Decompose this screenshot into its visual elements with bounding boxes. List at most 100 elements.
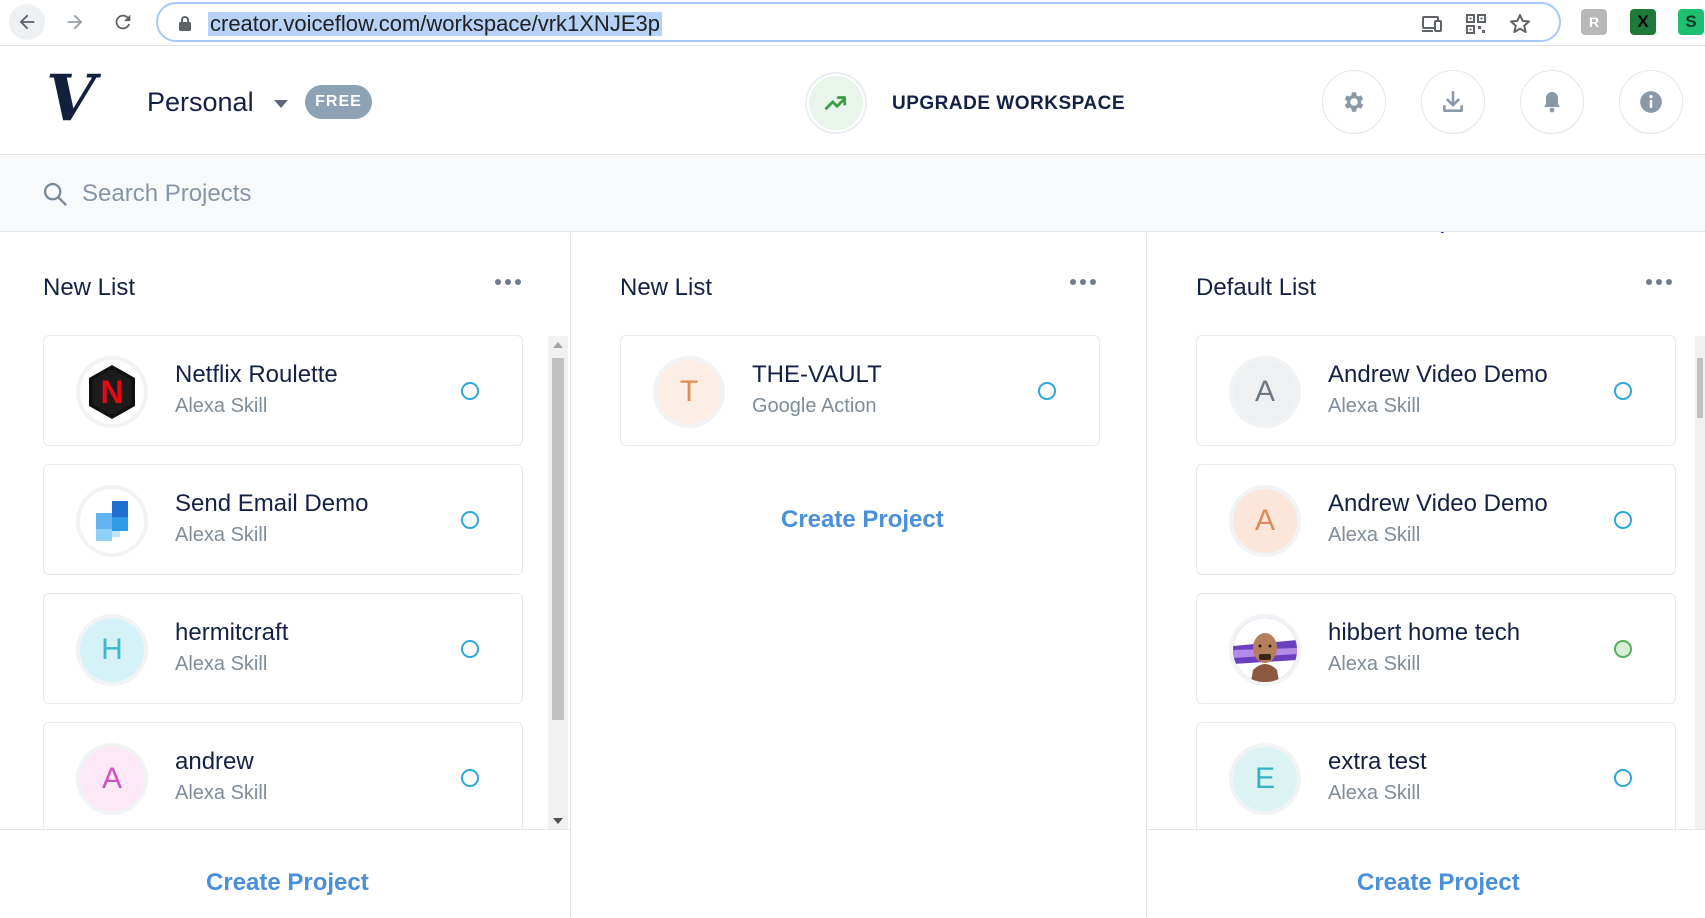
- bell-icon: [1544, 92, 1560, 113]
- create-project-link[interactable]: Create Project: [781, 505, 944, 535]
- project-type: Alexa Skill: [1328, 524, 1421, 546]
- scroll-down-arrow[interactable]: [553, 818, 563, 824]
- scroll-thumb[interactable]: [1697, 358, 1703, 418]
- upgrade-workspace-label[interactable]: UPGRADE WORKSPACE: [892, 92, 1125, 116]
- list-title[interactable]: New List: [43, 273, 135, 303]
- dot: [505, 279, 511, 285]
- extension-s-icon[interactable]: S: [1678, 9, 1704, 35]
- status-indicator: [461, 640, 479, 658]
- project-type: Alexa Skill: [1328, 782, 1421, 804]
- status-indicator: [1614, 511, 1632, 529]
- list-title[interactable]: Default List: [1196, 273, 1316, 303]
- project-type: Alexa Skill: [175, 653, 268, 675]
- extension-r-icon[interactable]: R: [1581, 9, 1607, 35]
- search-bar: [0, 156, 1705, 232]
- gear-icon: [1344, 92, 1364, 112]
- project-card[interactable]: N Netflix Roulette Alexa Skill: [43, 335, 523, 446]
- project-type: Alexa Skill: [1328, 653, 1421, 675]
- list-menu-button[interactable]: [1646, 279, 1672, 285]
- browser-toolbar: creator.voiceflow.com/workspace/vrk1XNJE…: [0, 0, 1705, 46]
- project-avatar: A: [1233, 489, 1297, 553]
- dot: [495, 279, 501, 285]
- project-avatar: E: [1233, 747, 1297, 811]
- dot: [1656, 279, 1662, 285]
- list-menu-button[interactable]: [1070, 279, 1096, 285]
- download-button[interactable]: [1421, 70, 1485, 134]
- dot: [1080, 279, 1086, 285]
- download-icon: [1443, 90, 1463, 112]
- project-name: hermitcraft: [175, 619, 289, 646]
- voiceflow-logo[interactable]: V: [46, 67, 96, 131]
- project-type: Alexa Skill: [175, 782, 268, 804]
- extension-x-icon[interactable]: X: [1630, 9, 1656, 35]
- project-card[interactable]: E extra test Alexa Skill: [1196, 722, 1676, 833]
- project-card[interactable]: H hermitcraft Alexa Skill: [43, 593, 523, 704]
- project-card[interactable]: A Andrew Video Demo Alexa Skill: [1196, 335, 1676, 446]
- dot: [1070, 279, 1076, 285]
- status-indicator: [1614, 382, 1632, 400]
- list-footer: Create Project: [0, 829, 570, 918]
- lock-icon: [179, 16, 191, 31]
- scroll-up-arrow[interactable]: [553, 342, 563, 348]
- netflix-logo-icon: N: [89, 365, 135, 419]
- project-avatar: [80, 489, 144, 553]
- email-pixel-logo-icon: [96, 501, 128, 541]
- list-menu-button[interactable]: [495, 279, 521, 285]
- project-card[interactable]: Send Email Demo Alexa Skill: [43, 464, 523, 575]
- dot: [1090, 279, 1096, 285]
- upgrade-icon-bg: [809, 76, 863, 130]
- search-input[interactable]: [82, 176, 582, 212]
- status-indicator: [461, 382, 479, 400]
- forward-button[interactable]: [57, 4, 93, 40]
- create-project-link[interactable]: Create Project: [1357, 868, 1520, 898]
- project-card[interactable]: A andrew Alexa Skill: [43, 722, 523, 833]
- project-avatar: H: [80, 618, 144, 682]
- project-list-column: New List N Netflix Roulette Alexa Skill …: [0, 233, 570, 918]
- status-indicator-live: [1614, 640, 1632, 658]
- chevron-down-icon[interactable]: [274, 100, 288, 108]
- create-project-link[interactable]: Create Project: [206, 868, 369, 898]
- status-indicator: [461, 511, 479, 529]
- netflix-logo-letter: N: [100, 374, 123, 410]
- upgrade-button[interactable]: [805, 72, 867, 134]
- info-icon: [1640, 91, 1662, 113]
- project-card[interactable]: hibbert home tech Alexa Skill: [1196, 593, 1676, 704]
- star-icon[interactable]: [1508, 12, 1532, 36]
- settings-button[interactable]: [1322, 70, 1386, 134]
- qr-code-icon[interactable]: [1464, 12, 1488, 36]
- project-card[interactable]: A Andrew Video Demo Alexa Skill: [1196, 464, 1676, 575]
- dot: [1646, 279, 1652, 285]
- list-title[interactable]: New List: [620, 273, 712, 303]
- plan-badge: FREE: [305, 85, 372, 119]
- notifications-button[interactable]: [1520, 70, 1584, 134]
- back-button[interactable]: [9, 4, 45, 40]
- scrollbar[interactable]: [548, 336, 568, 831]
- project-type: Alexa Skill: [1328, 395, 1421, 417]
- project-type: Alexa Skill: [175, 395, 268, 417]
- project-card[interactable]: T THE-VAULT Google Action: [620, 335, 1100, 446]
- status-indicator: [1614, 769, 1632, 787]
- project-name: Netflix Roulette: [175, 361, 338, 388]
- scroll-thumb[interactable]: [552, 358, 564, 720]
- project-name: Andrew Video Demo: [1328, 490, 1548, 517]
- project-avatar: A: [1233, 360, 1297, 424]
- url-text[interactable]: creator.voiceflow.com/workspace/vrk1XNJE…: [208, 12, 662, 36]
- address-bar[interactable]: creator.voiceflow.com/workspace/vrk1XNJE…: [156, 2, 1561, 42]
- scrollbar[interactable]: [1695, 336, 1705, 831]
- reload-button[interactable]: [105, 4, 141, 40]
- project-name: Send Email Demo: [175, 490, 369, 517]
- project-list-column: New List T THE-VAULT Google Action Creat…: [571, 233, 1146, 918]
- project-name: THE-VAULT: [752, 361, 882, 388]
- project-name: hibbert home tech: [1328, 619, 1521, 646]
- project-type: Google Action: [752, 395, 877, 417]
- cast-devices-icon[interactable]: [1420, 12, 1444, 36]
- list-footer: Create Project: [1147, 829, 1705, 918]
- dot: [1666, 279, 1672, 285]
- project-avatar: [1233, 618, 1297, 682]
- project-list-column: Default List A Andrew Video Demo Alexa S…: [1147, 233, 1705, 918]
- workspace-name[interactable]: Personal: [147, 87, 254, 117]
- dot: [515, 279, 521, 285]
- info-button[interactable]: [1619, 70, 1683, 134]
- project-avatar: A: [80, 747, 144, 811]
- project-name: Andrew Video Demo: [1328, 361, 1548, 388]
